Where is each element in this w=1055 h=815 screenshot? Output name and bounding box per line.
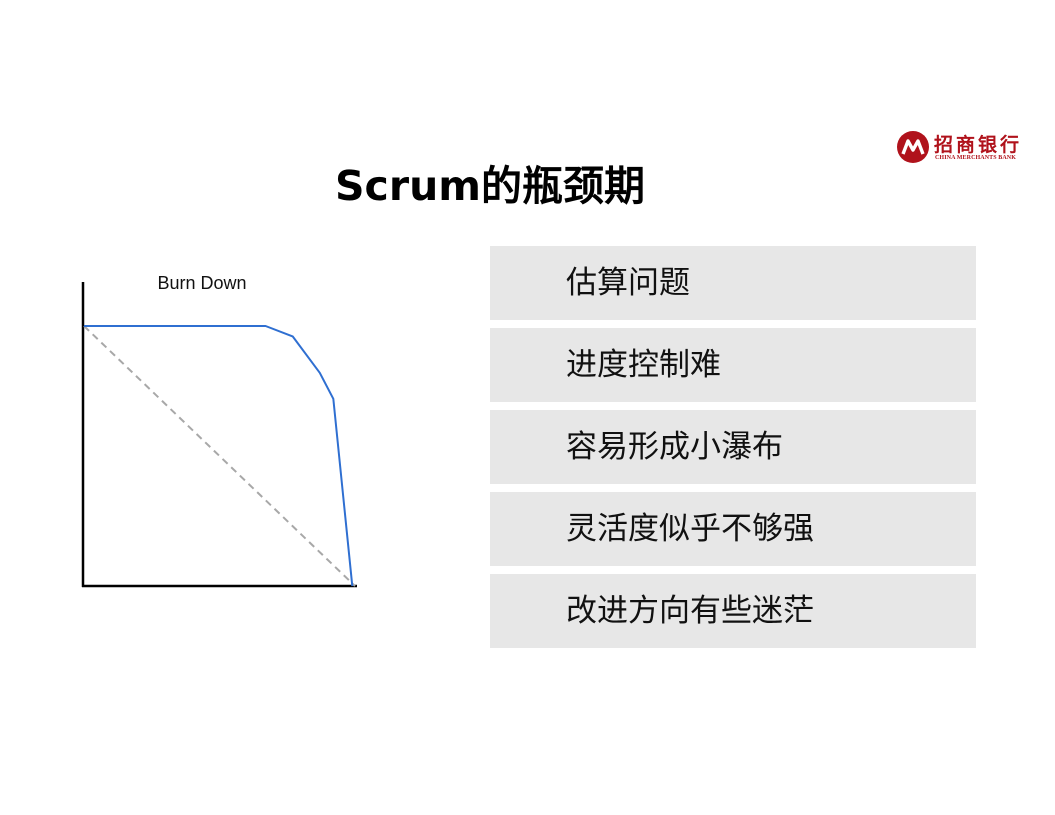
list-item: 进度控制难 [490,328,976,402]
issue-list: 估算问题 进度控制难 容易形成小瀑布 灵活度似乎不够强 改进方向有些迷茫 [490,246,976,656]
list-item-label: 估算问题 [566,265,690,301]
series-layer [83,325,356,587]
list-item: 灵活度似乎不够强 [490,492,976,566]
list-item: 估算问题 [490,246,976,320]
page-title: Scrum的瓶颈期 [335,162,645,210]
list-item-label: 改进方向有些迷茫 [566,593,814,629]
list-item-label: 灵活度似乎不够强 [566,511,814,547]
list-item: 容易形成小瀑布 [490,410,976,484]
burn-down-chart-svg: Burn Down [81,273,357,588]
burn-down-chart: Burn Down [0,260,480,620]
list-item-label: 容易形成小瀑布 [566,429,783,465]
list-item: 改进方向有些迷茫 [490,574,976,648]
chart-title: Burn Down [157,273,246,293]
list-item-label: 进度控制难 [566,347,721,383]
